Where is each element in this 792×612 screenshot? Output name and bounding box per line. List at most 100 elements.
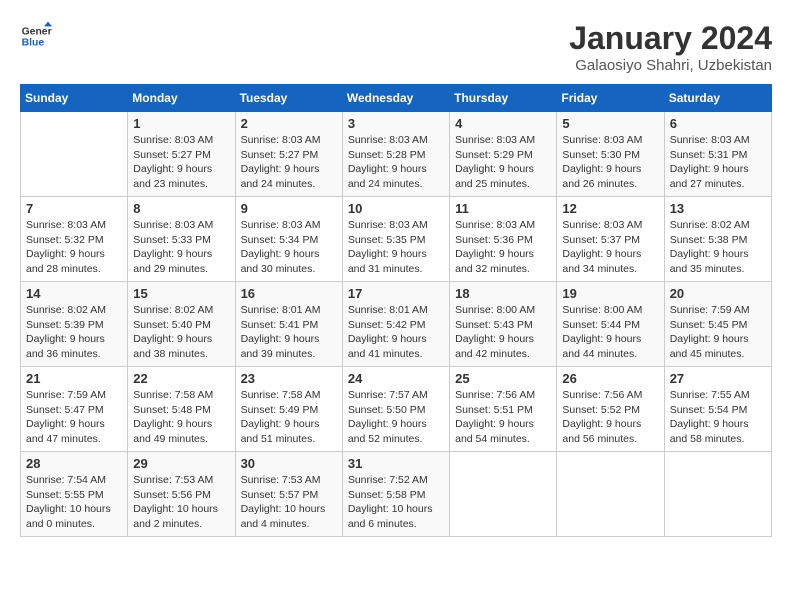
calendar-cell: 19Sunrise: 8:00 AMSunset: 5:44 PMDayligh… [557,282,664,367]
calendar-cell: 9 Sunrise: 8:03 AMSunset: 5:34 PMDaylight… [235,197,342,282]
day-number: 24 [348,371,444,386]
calendar-cell: 11 Sunrise: 8:03 AMSunset: 5:36 PMDayligh… [450,197,557,282]
calendar-cell: 2 Sunrise: 8:03 AMSunset: 5:27 PMDaylight… [235,112,342,197]
calendar-cell [450,452,557,537]
calendar-cell: 14 Sunrise: 8:02 AMSunset: 5:39 PMDayligh… [21,282,128,367]
week-row-5: 28Sunrise: 7:54 AMSunset: 5:55 PMDayligh… [21,452,772,537]
calendar-cell: 4Sunrise: 8:03 AMSunset: 5:29 PMDaylight… [450,112,557,197]
day-number: 21 [26,371,122,386]
day-info: Sunrise: 7:54 AMSunset: 5:55 PMDaylight:… [26,473,122,532]
day-number: 18 [455,286,551,301]
calendar-cell: 31 Sunrise: 7:52 AMSunset: 5:58 PMDayligh… [342,452,449,537]
day-number: 3 [348,116,444,131]
day-number: 17 [348,286,444,301]
day-info: Sunrise: 8:03 AMSunset: 5:27 PMDaylight:… [133,133,229,192]
calendar-cell: 25 Sunrise: 7:56 AMSunset: 5:51 PMDayligh… [450,367,557,452]
day-info: Sunrise: 8:01 AMSunset: 5:41 PMDaylight:… [241,303,337,362]
calendar-header-row: SundayMondayTuesdayWednesdayThursdayFrid… [21,85,772,112]
day-number: 11 [455,201,551,216]
day-number: 20 [670,286,766,301]
day-info: Sunrise: 8:01 AMSunset: 5:42 PMDaylight:… [348,303,444,362]
day-header-saturday: Saturday [664,85,771,112]
day-info: Sunrise: 8:03 AMSunset: 5:33 PMDaylight:… [133,218,229,277]
day-info: Sunrise: 7:52 AMSunset: 5:58 PMDaylight:… [348,473,444,532]
page-header: General Blue January 2024 Galaosiyo Shah… [20,20,772,74]
day-info: Sunrise: 7:57 AMSunset: 5:50 PMDaylight:… [348,388,444,447]
calendar-cell: 3 Sunrise: 8:03 AMSunset: 5:28 PMDaylight… [342,112,449,197]
week-row-2: 7Sunrise: 8:03 AMSunset: 5:32 PMDaylight… [21,197,772,282]
day-number: 6 [670,116,766,131]
title-block: January 2024 Galaosiyo Shahri, Uzbekista… [569,20,772,74]
day-info: Sunrise: 8:03 AMSunset: 5:27 PMDaylight:… [241,133,337,192]
day-info: Sunrise: 8:03 AMSunset: 5:34 PMDaylight:… [241,218,337,277]
day-info: Sunrise: 8:00 AMSunset: 5:43 PMDaylight:… [455,303,551,362]
calendar-cell: 27 Sunrise: 7:55 AMSunset: 5:54 PMDayligh… [664,367,771,452]
day-info: Sunrise: 7:58 AMSunset: 5:48 PMDaylight:… [133,388,229,447]
logo-icon: General Blue [20,20,52,52]
day-info: Sunrise: 8:03 AMSunset: 5:31 PMDaylight:… [670,133,766,192]
day-info: Sunrise: 7:58 AMSunset: 5:49 PMDaylight:… [241,388,337,447]
day-number: 25 [455,371,551,386]
calendar-cell [664,452,771,537]
calendar-cell: 22 Sunrise: 7:58 AMSunset: 5:48 PMDayligh… [128,367,235,452]
location-subtitle: Galaosiyo Shahri, Uzbekistan [569,57,772,74]
day-info: Sunrise: 8:02 AMSunset: 5:39 PMDaylight:… [26,303,122,362]
day-info: Sunrise: 7:53 AMSunset: 5:57 PMDaylight:… [241,473,337,532]
day-number: 31 [348,456,444,471]
day-number: 27 [670,371,766,386]
day-info: Sunrise: 7:55 AMSunset: 5:54 PMDaylight:… [670,388,766,447]
calendar-cell: 30Sunrise: 7:53 AMSunset: 5:57 PMDayligh… [235,452,342,537]
calendar-cell: 26Sunrise: 7:56 AMSunset: 5:52 PMDayligh… [557,367,664,452]
day-number: 22 [133,371,229,386]
day-number: 12 [562,201,658,216]
day-number: 2 [241,116,337,131]
week-row-4: 21 Sunrise: 7:59 AMSunset: 5:47 PMDayligh… [21,367,772,452]
calendar-cell: 15Sunrise: 8:02 AMSunset: 5:40 PMDayligh… [128,282,235,367]
calendar-cell: 21 Sunrise: 7:59 AMSunset: 5:47 PMDayligh… [21,367,128,452]
day-number: 14 [26,286,122,301]
calendar-cell: 8 Sunrise: 8:03 AMSunset: 5:33 PMDaylight… [128,197,235,282]
logo: General Blue [20,20,52,52]
day-info: Sunrise: 8:03 AMSunset: 5:30 PMDaylight:… [562,133,658,192]
day-info: Sunrise: 8:03 AMSunset: 5:29 PMDaylight:… [455,133,551,192]
calendar-cell: 24 Sunrise: 7:57 AMSunset: 5:50 PMDayligh… [342,367,449,452]
day-number: 26 [562,371,658,386]
day-number: 16 [241,286,337,301]
day-header-sunday: Sunday [21,85,128,112]
month-title: January 2024 [569,20,772,57]
calendar-cell: 7Sunrise: 8:03 AMSunset: 5:32 PMDaylight… [21,197,128,282]
day-info: Sunrise: 8:03 AMSunset: 5:36 PMDaylight:… [455,218,551,277]
day-info: Sunrise: 7:56 AMSunset: 5:51 PMDaylight:… [455,388,551,447]
svg-text:General: General [22,26,52,37]
calendar-cell: 16 Sunrise: 8:01 AMSunset: 5:41 PMDayligh… [235,282,342,367]
calendar-cell: 18 Sunrise: 8:00 AMSunset: 5:43 PMDayligh… [450,282,557,367]
day-header-wednesday: Wednesday [342,85,449,112]
day-number: 10 [348,201,444,216]
day-number: 29 [133,456,229,471]
calendar-table: SundayMondayTuesdayWednesdayThursdayFrid… [20,84,772,537]
calendar-cell: 29 Sunrise: 7:53 AMSunset: 5:56 PMDayligh… [128,452,235,537]
svg-text:Blue: Blue [22,38,45,49]
calendar-cell: 12 Sunrise: 8:03 AMSunset: 5:37 PMDayligh… [557,197,664,282]
calendar-cell: 20Sunrise: 7:59 AMSunset: 5:45 PMDayligh… [664,282,771,367]
day-header-monday: Monday [128,85,235,112]
day-info: Sunrise: 7:59 AMSunset: 5:47 PMDaylight:… [26,388,122,447]
day-info: Sunrise: 7:53 AMSunset: 5:56 PMDaylight:… [133,473,229,532]
day-number: 8 [133,201,229,216]
day-header-tuesday: Tuesday [235,85,342,112]
day-info: Sunrise: 8:03 AMSunset: 5:32 PMDaylight:… [26,218,122,277]
calendar-cell: 23Sunrise: 7:58 AMSunset: 5:49 PMDayligh… [235,367,342,452]
day-number: 9 [241,201,337,216]
day-info: Sunrise: 8:02 AMSunset: 5:38 PMDaylight:… [670,218,766,277]
day-info: Sunrise: 8:03 AMSunset: 5:37 PMDaylight:… [562,218,658,277]
calendar-cell: 5Sunrise: 8:03 AMSunset: 5:30 PMDaylight… [557,112,664,197]
day-number: 15 [133,286,229,301]
day-number: 13 [670,201,766,216]
day-number: 1 [133,116,229,131]
day-info: Sunrise: 8:03 AMSunset: 5:28 PMDaylight:… [348,133,444,192]
day-header-friday: Friday [557,85,664,112]
calendar-cell: 10Sunrise: 8:03 AMSunset: 5:35 PMDayligh… [342,197,449,282]
week-row-3: 14 Sunrise: 8:02 AMSunset: 5:39 PMDayligh… [21,282,772,367]
calendar-cell [21,112,128,197]
calendar-cell: 1 Sunrise: 8:03 AMSunset: 5:27 PMDaylight… [128,112,235,197]
